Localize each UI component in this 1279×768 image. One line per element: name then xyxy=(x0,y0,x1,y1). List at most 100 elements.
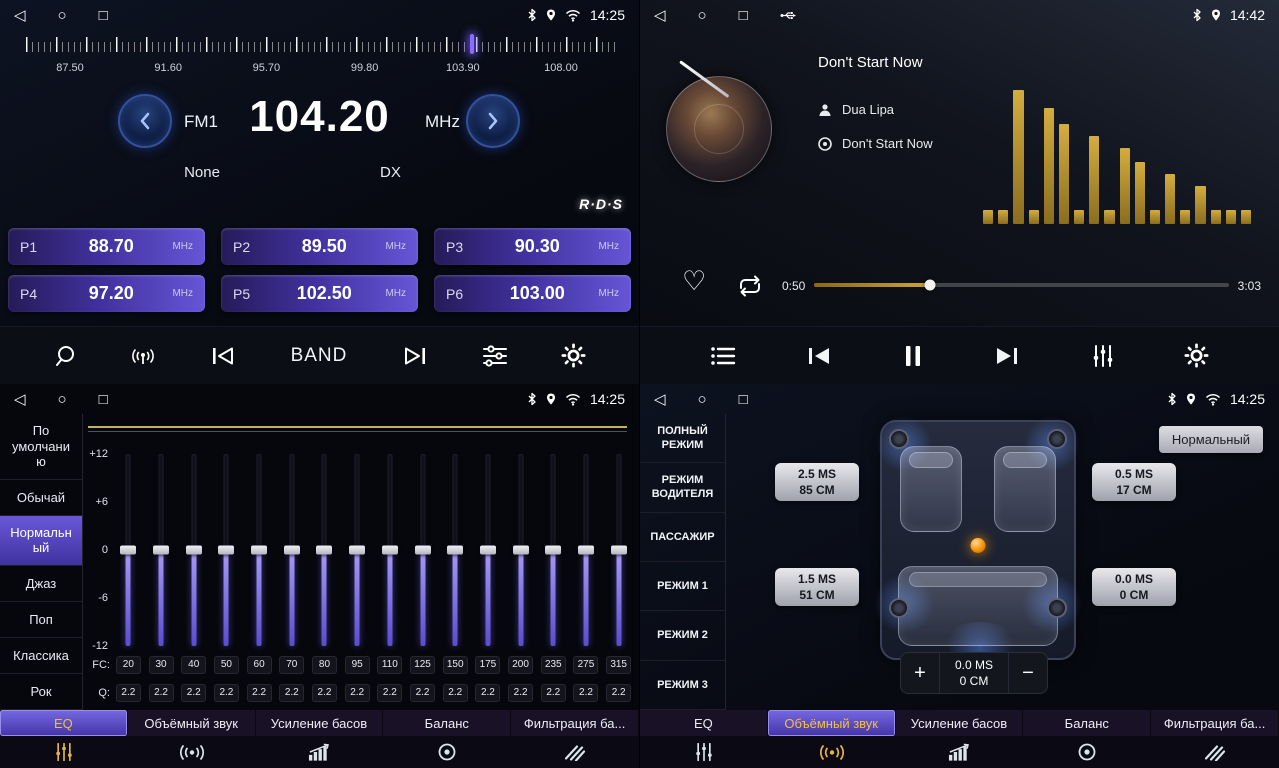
recents-button[interactable]: □ xyxy=(739,8,748,23)
preset-button[interactable]: P497.20MHz xyxy=(8,275,205,312)
pause-button[interactable] xyxy=(903,344,923,368)
previous-track-button[interactable] xyxy=(805,345,833,367)
eq-band xyxy=(504,454,537,646)
preset-button[interactable]: P188.70MHz xyxy=(8,228,205,265)
balance-tab-icon[interactable] xyxy=(1023,742,1151,762)
filter-tab-icon[interactable] xyxy=(1151,744,1279,761)
equalizer-button[interactable] xyxy=(1091,344,1115,368)
eq-slider-handle[interactable] xyxy=(120,546,136,555)
recents-button[interactable]: □ xyxy=(99,8,108,23)
back-button[interactable]: ◁ xyxy=(654,392,666,407)
eq-slider-handle[interactable] xyxy=(251,546,267,555)
mode-3[interactable]: РЕЖИМ 3 xyxy=(640,661,725,710)
mode-driver[interactable]: РЕЖИМ ВОДИТЕЛЯ xyxy=(640,463,725,512)
settings-button[interactable] xyxy=(561,343,586,368)
balance-tab-icon[interactable] xyxy=(383,742,511,762)
mode-2[interactable]: РЕЖИМ 2 xyxy=(640,611,725,660)
eq-preset-item[interactable]: Джаз xyxy=(0,566,82,602)
eq-slider-handle[interactable] xyxy=(382,546,398,555)
playlist-button[interactable] xyxy=(710,346,736,366)
home-button[interactable]: ○ xyxy=(698,392,707,407)
favorite-button[interactable]: ♡ xyxy=(682,268,706,295)
visualizer-bar xyxy=(1195,186,1205,224)
tab-2[interactable]: Усиление басов xyxy=(256,710,384,736)
preset-button[interactable]: P289.50MHz xyxy=(221,228,418,265)
preset-button[interactable]: P5102.50MHz xyxy=(221,275,418,312)
progress-knob[interactable] xyxy=(925,280,936,291)
eq-slider-handle[interactable] xyxy=(480,546,496,555)
eq-tab-icon[interactable] xyxy=(640,742,768,762)
eq-preset-item[interactable]: Поп xyxy=(0,602,82,638)
settings-button[interactable] xyxy=(1184,343,1209,368)
eq-slider-handle[interactable] xyxy=(415,546,431,555)
eq-slider-handle[interactable] xyxy=(153,546,169,555)
recents-button[interactable]: □ xyxy=(739,392,748,407)
equalizer-button[interactable] xyxy=(482,345,508,367)
tab-0[interactable]: EQ xyxy=(640,710,768,736)
eq-preset-item[interactable]: Обычай xyxy=(0,480,82,516)
mode-passenger[interactable]: ПАССАЖИР xyxy=(640,513,725,562)
eq-slider-handle[interactable] xyxy=(284,546,300,555)
band-button[interactable]: BAND xyxy=(291,345,348,367)
home-button[interactable]: ○ xyxy=(58,8,67,23)
mode-full[interactable]: ПОЛНЫЙ РЕЖИМ xyxy=(640,414,725,463)
filter-tab-icon[interactable] xyxy=(511,744,639,761)
sound-profile-button[interactable]: Нормальный xyxy=(1159,426,1263,453)
eq-preset-item[interactable]: Рок xyxy=(0,674,82,710)
front-right-delay-button[interactable]: 0.5 MS 17 CM xyxy=(1092,463,1176,501)
home-button[interactable]: ○ xyxy=(58,392,67,407)
delay-decrease-button[interactable]: − xyxy=(1009,653,1047,693)
bass-boost-tab-icon[interactable] xyxy=(256,743,384,761)
preset-button[interactable]: P6103.00MHz xyxy=(434,275,631,312)
previous-station-button[interactable] xyxy=(209,345,237,367)
total-duration: 3:03 xyxy=(1238,279,1261,293)
listening-position-marker[interactable] xyxy=(971,538,986,553)
eq-preset-item[interactable]: По умолчанию xyxy=(0,414,82,480)
progress-bar[interactable] xyxy=(814,283,1229,287)
antenna-button[interactable] xyxy=(130,345,156,367)
repeat-button[interactable] xyxy=(736,275,764,302)
tab-0[interactable]: EQ xyxy=(0,710,128,736)
eq-slider-handle[interactable] xyxy=(545,546,561,555)
frequency-indicator[interactable] xyxy=(470,34,474,54)
eq-slider-handle[interactable] xyxy=(611,546,627,555)
eq-slider-handle[interactable] xyxy=(186,546,202,555)
rear-left-delay-button[interactable]: 1.5 MS 51 CM xyxy=(775,568,859,606)
eq-slider-handle[interactable] xyxy=(316,546,332,555)
eq-slider-handle[interactable] xyxy=(513,546,529,555)
eq-q-value: 2.2 xyxy=(475,684,500,702)
eq-slider-handle[interactable] xyxy=(578,546,594,555)
eq-slider-handle[interactable] xyxy=(218,546,234,555)
recents-button[interactable]: □ xyxy=(99,392,108,407)
eq-preset-item[interactable]: Нормальный xyxy=(0,516,82,566)
eq-fc-value: 235 xyxy=(541,656,566,674)
tab-2[interactable]: Усиление басов xyxy=(896,710,1024,736)
eq-slider-handle[interactable] xyxy=(447,546,463,555)
eq-preset-item[interactable]: Классика xyxy=(0,638,82,674)
tab-4[interactable]: Фильтрация ба... xyxy=(1151,710,1279,736)
preset-button[interactable]: P390.30MHz xyxy=(434,228,631,265)
tab-4[interactable]: Фильтрация ба... xyxy=(511,710,639,736)
next-track-button[interactable] xyxy=(993,345,1021,367)
eq-slider-handle[interactable] xyxy=(349,546,365,555)
next-station-button[interactable] xyxy=(401,345,429,367)
mode-1[interactable]: РЕЖИМ 1 xyxy=(640,562,725,611)
surround-tab-icon[interactable] xyxy=(768,744,896,761)
scan-button[interactable] xyxy=(53,344,77,368)
tab-1[interactable]: Объёмный звук xyxy=(128,710,256,736)
home-button[interactable]: ○ xyxy=(698,8,707,23)
back-button[interactable]: ◁ xyxy=(14,392,26,407)
back-button[interactable]: ◁ xyxy=(14,8,26,23)
rear-right-delay-button[interactable]: 0.0 MS 0 CM xyxy=(1092,568,1176,606)
delay-increase-button[interactable]: + xyxy=(901,653,939,693)
bass-boost-tab-icon[interactable] xyxy=(896,743,1024,761)
eq-tab-icon[interactable] xyxy=(0,742,128,762)
tab-1[interactable]: Объёмный звук xyxy=(768,710,896,736)
surround-tab-icon[interactable] xyxy=(128,744,256,761)
tab-3[interactable]: Баланс xyxy=(383,710,511,736)
back-button[interactable]: ◁ xyxy=(654,8,666,23)
tune-up-button[interactable] xyxy=(466,94,520,148)
tab-3[interactable]: Баланс xyxy=(1023,710,1151,736)
tab-icons xyxy=(640,736,1279,768)
front-left-delay-button[interactable]: 2.5 MS 85 CM xyxy=(775,463,859,501)
